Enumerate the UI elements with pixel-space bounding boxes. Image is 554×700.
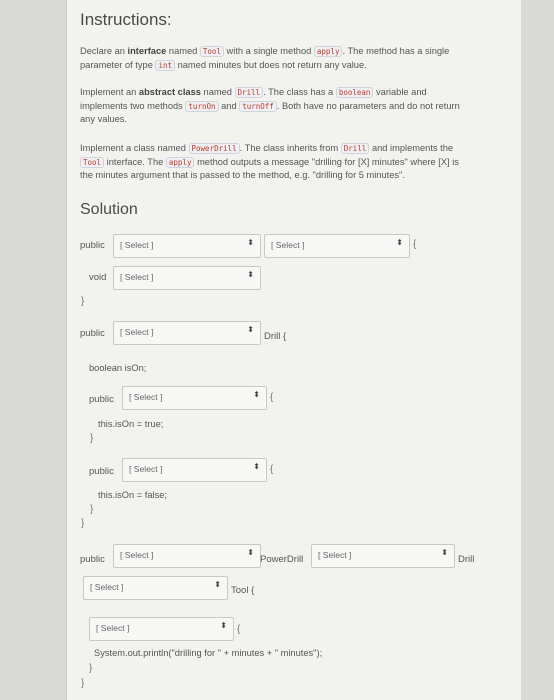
open-brace: { — [270, 392, 274, 403]
select-interface-name[interactable]: [ Select ] ⬍ — [264, 234, 410, 258]
drill-parent-label: Drill — [458, 554, 475, 565]
open-brace: { — [237, 624, 241, 635]
select-extends-keyword[interactable]: [ Select ] ⬍ — [311, 544, 455, 568]
chevron-updown-icon: ⬍ — [220, 621, 227, 630]
keyword-void: void — [89, 272, 107, 283]
code-tag: Drill — [340, 143, 370, 154]
chevron-updown-icon: ⬍ — [253, 390, 260, 399]
select-implements-keyword[interactable]: [ Select ] ⬍ — [83, 576, 228, 600]
turn-on-body: this.isOn = true; — [98, 419, 164, 429]
keyword-public: public — [80, 240, 105, 251]
keyword-public: public — [89, 394, 114, 405]
close-brace: } — [89, 663, 93, 674]
code-tag: turnOn — [185, 100, 219, 112]
code-tag: Tool — [80, 156, 105, 168]
select-drill-class-modifier[interactable]: [ Select ] ⬍ — [113, 321, 261, 345]
select-turn-off-method[interactable]: [ Select ] ⬍ — [122, 458, 267, 482]
chevron-updown-icon: ⬍ — [247, 548, 254, 557]
select-interface-method[interactable]: [ Select ] ⬍ — [113, 266, 261, 290]
open-brace: { — [270, 464, 274, 475]
close-brace: } — [81, 518, 85, 529]
instruction-paragraph-1: Declare an interface named Tool with a s… — [80, 46, 450, 71]
select-apply-signature[interactable]: [ Select ] ⬍ — [89, 617, 234, 641]
chevron-updown-icon: ⬍ — [214, 580, 221, 589]
code-tag: Drill — [234, 87, 264, 98]
boolean-field-line: boolean isOn; — [89, 363, 147, 373]
code-tag: int — [155, 59, 175, 71]
instructions-title: Instructions: — [80, 10, 172, 29]
code-tag: apply — [165, 156, 195, 168]
chevron-updown-icon: ⬍ — [247, 270, 254, 279]
close-brace: } — [81, 296, 85, 307]
chevron-updown-icon: ⬍ — [247, 238, 254, 247]
code-tag: Tool — [199, 46, 224, 57]
code-tag: PowerDrill — [188, 143, 240, 154]
keyword-public: public — [80, 328, 105, 339]
chevron-updown-icon: ⬍ — [247, 325, 254, 334]
keyword-public: public — [89, 466, 114, 477]
println-statement: System.out.println("drilling for " + min… — [94, 648, 323, 658]
instruction-paragraph-2: Implement an abstract class named Drill.… — [80, 87, 460, 124]
code-tag: boolean — [335, 87, 374, 98]
chevron-updown-icon: ⬍ — [396, 238, 403, 247]
open-brace: { — [413, 239, 417, 250]
close-brace: } — [90, 433, 94, 444]
select-turn-on-method[interactable]: [ Select ] ⬍ — [122, 386, 267, 410]
turn-off-body: this.isOn = false; — [98, 490, 167, 500]
chevron-updown-icon: ⬍ — [253, 462, 260, 471]
tool-interface-label: Tool { — [231, 585, 255, 596]
code-tag: turnOff — [239, 100, 277, 112]
keyword-public: public — [80, 554, 105, 565]
powerdrill-class-label: PowerDrill — [260, 554, 304, 565]
code-tag: apply — [313, 46, 343, 57]
select-powerdrill-modifier[interactable]: [ Select ] ⬍ — [113, 544, 261, 568]
chevron-updown-icon: ⬍ — [441, 548, 448, 557]
solution-title: Solution — [80, 201, 138, 218]
select-interface-keyword[interactable]: [ Select ] ⬍ — [113, 234, 261, 258]
drill-class-label: Drill { — [264, 331, 287, 342]
instruction-paragraph-3: Implement a class named PowerDrill. The … — [80, 143, 459, 180]
close-brace: } — [81, 678, 85, 689]
close-brace: } — [90, 504, 94, 515]
